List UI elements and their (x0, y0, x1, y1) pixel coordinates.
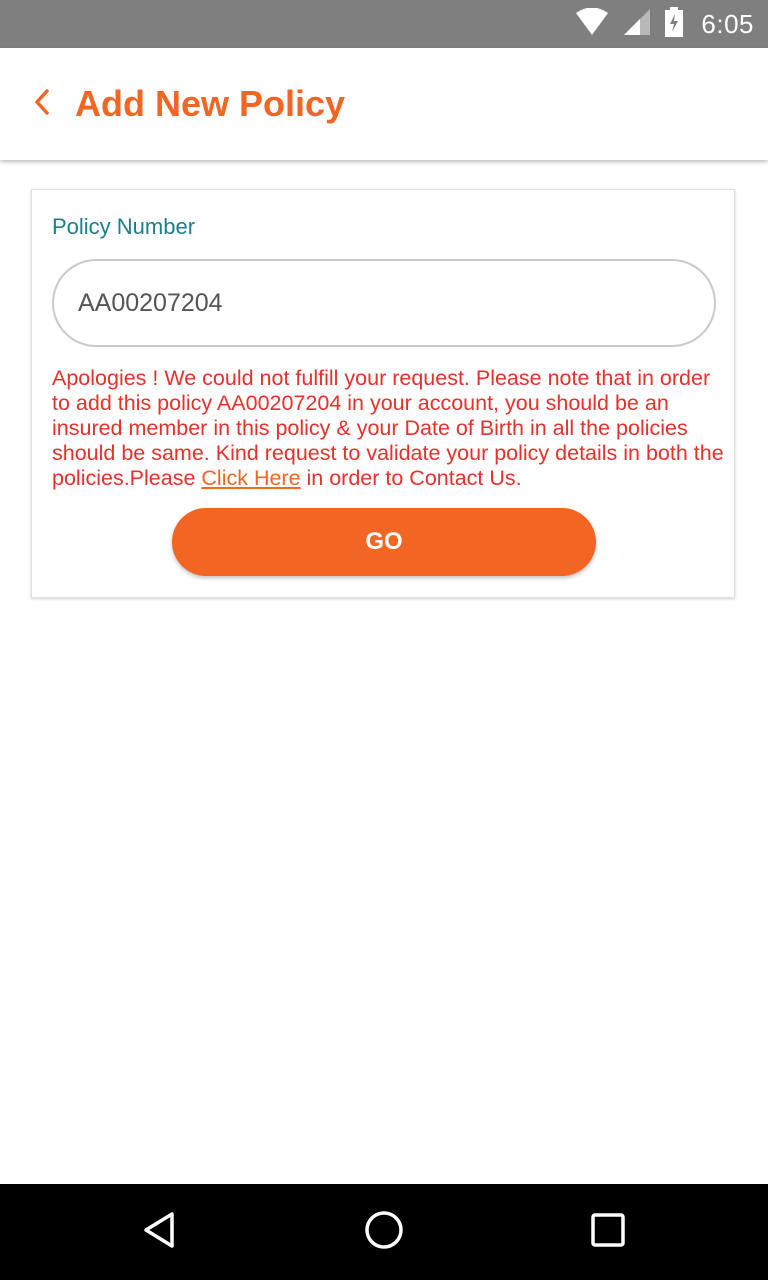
cell-signal-icon (623, 8, 651, 41)
recents-square-icon (588, 1210, 628, 1255)
error-text-after-link: in order to Contact Us. (300, 466, 522, 490)
go-button[interactable]: GO (172, 508, 596, 576)
back-triangle-icon (140, 1210, 180, 1255)
status-time: 6:05 (701, 8, 754, 39)
nav-back-button[interactable] (136, 1208, 184, 1256)
add-policy-card: Policy Number Apologies ! We could not f… (31, 189, 735, 598)
contact-us-link[interactable]: Click Here (201, 466, 300, 490)
system-nav-bar (0, 1184, 768, 1280)
battery-charging-icon (665, 6, 684, 42)
status-icons: 6:05 (575, 0, 754, 48)
chevron-left-icon (32, 88, 52, 121)
page-title: Add New Policy (75, 83, 346, 124)
wifi-icon (575, 7, 609, 41)
app-bar: Add New Policy (0, 48, 768, 160)
policy-number-label: Policy Number (52, 214, 196, 239)
back-button[interactable] (22, 82, 62, 126)
error-message: Apologies ! We could not fulfill your re… (52, 366, 724, 491)
nav-home-button[interactable] (360, 1208, 408, 1256)
policy-number-input[interactable] (52, 259, 716, 347)
nav-recents-button[interactable] (584, 1208, 632, 1256)
home-circle-icon (364, 1210, 404, 1255)
status-bar: 6:05 (0, 0, 768, 48)
